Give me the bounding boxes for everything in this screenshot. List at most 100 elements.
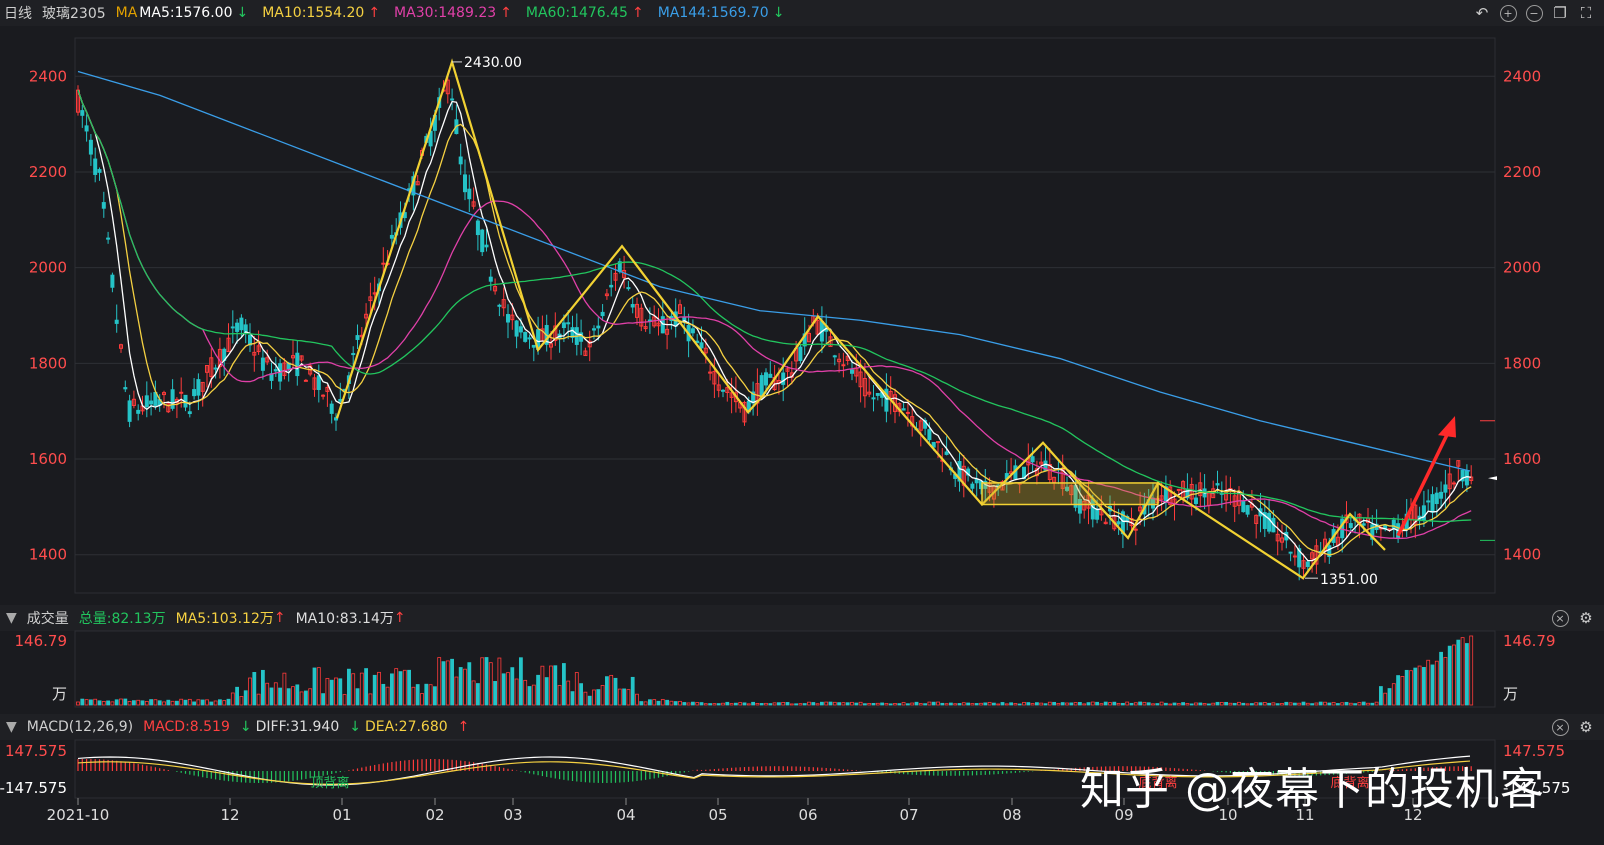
candle-body <box>407 188 412 192</box>
settings-icon[interactable]: ⚙ <box>1576 608 1596 628</box>
volume-bar <box>192 701 197 706</box>
toolbar: ↶ + − ❐ ⛶ <box>1472 0 1596 26</box>
candle-body <box>527 337 532 340</box>
candle-body <box>1443 484 1448 493</box>
window-icon[interactable]: ❐ <box>1550 3 1570 23</box>
close-icon[interactable]: × <box>1550 608 1570 628</box>
candle-body <box>1396 523 1401 539</box>
consolidation-box <box>981 482 1159 506</box>
candle-body <box>93 158 98 175</box>
volume-bar <box>101 701 106 706</box>
candle-body <box>1301 560 1306 569</box>
candle-body <box>656 322 661 327</box>
volume-bar <box>1065 702 1069 706</box>
volume-bar <box>927 701 932 706</box>
candle-body <box>1043 460 1048 471</box>
volume-bar <box>970 703 975 706</box>
volume-bar <box>1353 703 1357 706</box>
volume-bar <box>119 698 123 706</box>
candle-body <box>746 400 751 413</box>
collapse-icon[interactable]: ▼ <box>6 610 17 626</box>
candle-body <box>626 287 631 290</box>
candle-body <box>1090 498 1095 520</box>
candle-body <box>936 441 940 444</box>
volume-bar <box>230 692 235 706</box>
volume-header: ▼ 成交量 总量:82.13万 MA5:103.12万 ↑ MA10:83.14… <box>0 605 1604 631</box>
candle-body <box>450 98 455 101</box>
candle-body <box>587 340 592 348</box>
candle-body <box>1151 497 1155 509</box>
undo-icon[interactable]: ↶ <box>1472 3 1492 23</box>
volume-bar <box>1348 702 1353 706</box>
volume-bar <box>600 685 605 706</box>
candle-body <box>1086 494 1091 509</box>
volume-bar <box>987 701 992 706</box>
candle-body <box>514 320 519 337</box>
candle-body <box>454 119 459 135</box>
candle-body <box>518 326 523 333</box>
candle-body <box>1099 509 1104 516</box>
volume-bar <box>854 702 859 706</box>
candle-body <box>88 139 93 155</box>
candle-body <box>751 391 756 404</box>
candle-body <box>1288 551 1293 554</box>
close-icon[interactable]: × <box>1550 717 1570 737</box>
candle-body <box>1082 500 1087 511</box>
candle-body <box>1026 457 1031 466</box>
candle-body <box>772 376 777 391</box>
candle-body <box>678 304 682 315</box>
candle-body <box>880 392 885 398</box>
volume-bar <box>1404 669 1409 706</box>
volume-bar <box>880 702 884 706</box>
period-label[interactable]: 日线 <box>4 3 32 23</box>
volume-bar <box>1340 702 1345 706</box>
zoom-in-icon[interactable]: + <box>1498 3 1518 23</box>
volume-bar <box>278 687 283 706</box>
candle-body <box>1452 482 1456 485</box>
macd-title: MACD(12,26,9) <box>26 719 134 735</box>
volume-bar <box>252 672 257 706</box>
volume-bar <box>291 686 295 706</box>
zoom-out-icon[interactable]: − <box>1524 3 1544 23</box>
candle-body <box>901 408 906 411</box>
candle-body <box>725 387 730 393</box>
volume-bar <box>424 683 429 706</box>
candle-body <box>1108 505 1112 512</box>
candle-body <box>604 293 609 297</box>
candle-body <box>764 372 768 386</box>
y-tick-left: 2400 <box>29 67 67 85</box>
volume-bar <box>574 672 579 706</box>
volume-bar <box>1323 701 1327 706</box>
volume-bar <box>1383 692 1388 706</box>
candle-body <box>97 169 102 173</box>
candle-body <box>239 317 244 331</box>
volume-bar <box>725 701 730 706</box>
volume-bar <box>716 703 721 706</box>
fullscreen-icon[interactable]: ⛶ <box>1576 3 1596 23</box>
volume-bar <box>1060 702 1065 706</box>
settings-icon[interactable]: ⚙ <box>1576 717 1596 737</box>
candle-body <box>686 325 691 342</box>
volume-bar <box>174 700 179 706</box>
volume-bar <box>678 700 682 706</box>
candle-body <box>768 373 773 378</box>
volume-bar <box>441 661 446 706</box>
candle-body <box>428 130 433 147</box>
volume-bar <box>471 680 476 706</box>
volume-bar <box>613 677 618 706</box>
candle-body <box>600 311 605 317</box>
x-axis-label: 07 <box>899 806 918 824</box>
candle-body <box>721 389 725 392</box>
candle-body <box>1366 517 1370 523</box>
candle-body <box>1374 523 1379 531</box>
candle-body <box>1017 482 1022 485</box>
arrow-down-icon: ↓ <box>772 5 785 21</box>
candle-body <box>884 388 889 412</box>
candle-body <box>755 383 760 404</box>
candle-body <box>1426 500 1431 503</box>
candle-body <box>149 400 154 405</box>
candle-body <box>351 353 356 356</box>
volume-bar <box>699 702 704 706</box>
collapse-icon[interactable]: ▼ <box>6 719 17 735</box>
candle-body <box>579 332 584 342</box>
